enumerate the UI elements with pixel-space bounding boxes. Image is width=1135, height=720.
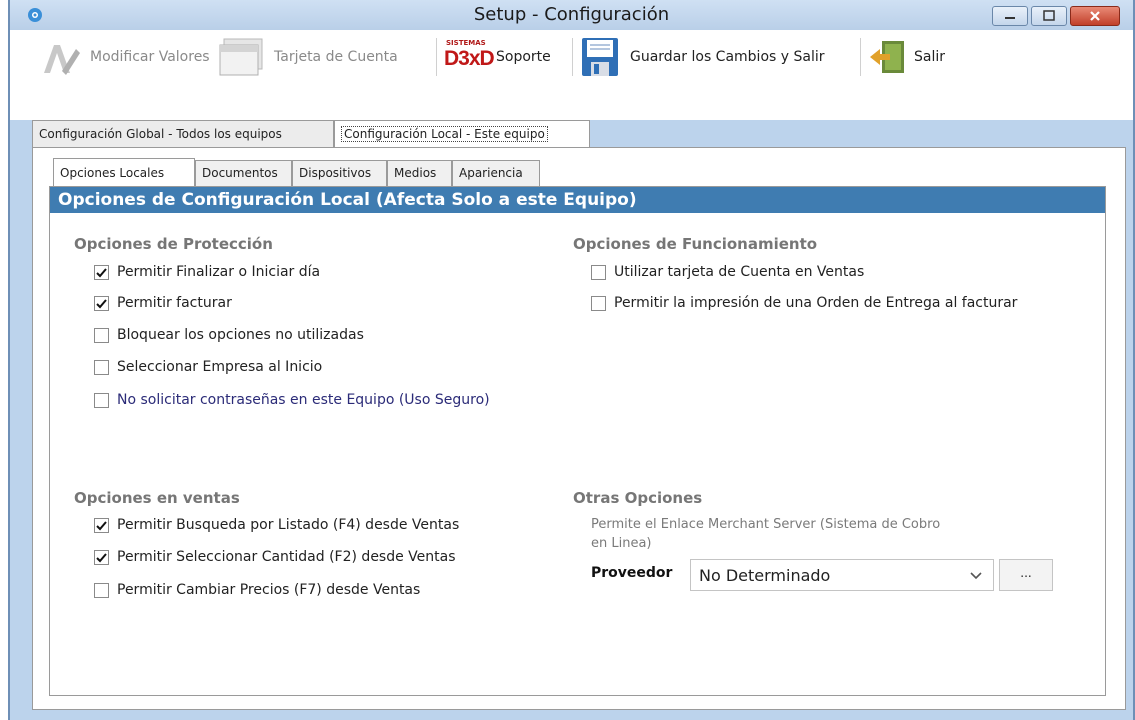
checkbox-allow-finish-start-day[interactable]: Permitir Finalizar o Iniciar día	[94, 262, 320, 282]
checkbox-change-prices[interactable]: Permitir Cambiar Precios (F7) desde Vent…	[94, 580, 420, 600]
panel-header: Opciones de Configuración Local (Afecta …	[50, 187, 1105, 213]
checkbox-print-delivery-order[interactable]: Permitir la impresión de una Orden de En…	[591, 293, 1017, 313]
logo-big-text: D3xD	[444, 47, 495, 70]
checkbox-label: Permitir Finalizar o Iniciar día	[117, 264, 321, 280]
toolbar: Modificar Valores Tarjeta de Cuenta SIST…	[10, 30, 1133, 120]
tab-label: Dispositivos	[299, 166, 372, 180]
checkbox-account-card-sales[interactable]: Utilizar tarjeta de Cuenta en Ventas	[591, 262, 864, 282]
close-icon	[1090, 11, 1100, 21]
checkbox-select-quantity[interactable]: Permitir Seleccionar Cantidad (F2) desde…	[94, 547, 456, 567]
chevron-down-icon	[970, 572, 982, 580]
checkmark-icon	[96, 552, 107, 562]
tab-devices[interactable]: Dispositivos	[292, 160, 387, 186]
maximize-icon	[1043, 10, 1055, 21]
provider-select[interactable]: No Determinado	[690, 559, 994, 591]
logo-small-text: SISTEMAS	[446, 39, 486, 47]
operation-options-title: Opciones de Funcionamiento	[573, 235, 818, 253]
exit-label: Salir	[914, 49, 946, 65]
checkbox-label: Permitir Seleccionar Cantidad (F2) desde…	[117, 549, 456, 565]
checkbox-box[interactable]	[94, 392, 109, 408]
checkmark-icon	[96, 520, 107, 530]
tab-global-config[interactable]: Configuración Global - Todos los equipos	[32, 120, 334, 148]
save-exit-button[interactable]: Guardar los Cambios y Salir	[580, 34, 825, 80]
checkbox-search-by-list[interactable]: Permitir Busqueda por Listado (F4) desde…	[94, 515, 459, 535]
sales-options-title: Opciones en ventas	[74, 489, 240, 507]
edit-values-icon	[44, 45, 80, 75]
floppy-disk-icon	[582, 38, 618, 76]
checkbox-label: Permitir la impresión de una Orden de En…	[614, 295, 1018, 311]
account-card-button[interactable]: Tarjeta de Cuenta	[218, 34, 398, 80]
tab-local-config[interactable]: Configuración Local - Este equipo	[334, 120, 590, 148]
checkbox-box[interactable]	[94, 327, 109, 343]
tab-media[interactable]: Medios	[387, 160, 452, 186]
toolbar-separator	[436, 38, 437, 76]
checkbox-box[interactable]	[94, 295, 109, 311]
minimize-button[interactable]	[992, 6, 1028, 26]
tab-label: Configuración Local - Este equipo	[341, 126, 548, 142]
tab-label: Apariencia	[459, 166, 523, 180]
checkbox-box[interactable]	[591, 295, 606, 311]
checkbox-select-company-startup[interactable]: Seleccionar Empresa al Inicio	[94, 357, 322, 377]
tab-documents[interactable]: Documentos	[195, 160, 292, 186]
checkbox-box[interactable]	[591, 264, 606, 280]
tab-local-options[interactable]: Opciones Locales	[53, 158, 195, 186]
tab-label: Configuración Global - Todos los equipos	[39, 127, 282, 141]
other-options-title: Otras Opciones	[573, 489, 703, 507]
modify-values-label: Modificar Valores	[90, 49, 210, 65]
minimize-icon	[1005, 17, 1015, 19]
support-button[interactable]: SISTEMAS D3xD Soporte	[444, 34, 551, 80]
checkbox-box[interactable]	[94, 549, 109, 565]
checkbox-box[interactable]	[94, 517, 109, 533]
support-label: Soporte	[496, 49, 551, 65]
local-options-panel: Opciones de Configuración Local (Afecta …	[49, 186, 1106, 696]
checkbox-label: Permitir Cambiar Precios (F7) desde Vent…	[117, 582, 421, 598]
checkbox-label: Permitir facturar	[117, 295, 232, 311]
card-icon	[219, 38, 263, 76]
tab-appearance[interactable]: Apariencia	[452, 160, 540, 186]
checkbox-label: Utilizar tarjeta de Cuenta en Ventas	[614, 264, 865, 280]
tab-label: Documentos	[202, 166, 278, 180]
tab-label: Opciones Locales	[60, 166, 165, 180]
title-bar[interactable]: Setup - Configuración	[10, 0, 1133, 30]
exit-door-icon	[870, 41, 904, 73]
checkmark-icon	[96, 298, 107, 308]
modify-values-button[interactable]: Modificar Valores	[40, 34, 210, 80]
checkbox-box[interactable]	[94, 264, 109, 280]
checkbox-allow-invoicing[interactable]: Permitir facturar	[94, 293, 232, 313]
close-button[interactable]	[1070, 6, 1120, 26]
save-exit-label: Guardar los Cambios y Salir	[630, 49, 825, 65]
provider-selected-value: No Determinado	[699, 566, 831, 585]
checkbox-lock-unused-options[interactable]: Bloquear los opciones no utilizadas	[94, 325, 364, 345]
merchant-server-description: Permite el Enlace Merchant Server (Siste…	[591, 517, 941, 551]
checkbox-no-password-secure[interactable]: No solicitar contraseñas en este Equipo …	[94, 390, 490, 410]
checkbox-label: No solicitar contraseñas en este Equipo …	[117, 392, 490, 408]
checkbox-box[interactable]	[94, 582, 109, 598]
maximize-button[interactable]	[1031, 6, 1067, 26]
provider-label: Proveedor	[591, 565, 673, 581]
protection-options-title: Opciones de Protección	[74, 235, 273, 253]
account-card-label: Tarjeta de Cuenta	[274, 49, 398, 65]
toolbar-separator	[860, 38, 861, 76]
checkbox-label: Permitir Busqueda por Listado (F4) desde…	[117, 517, 460, 533]
d3xd-logo: SISTEMAS D3xD	[444, 39, 495, 75]
checkbox-label: Seleccionar Empresa al Inicio	[117, 359, 323, 375]
checkbox-label: Bloquear los opciones no utilizadas	[117, 327, 364, 343]
local-config-panel: Opciones Locales Documentos Dispositivos…	[32, 147, 1126, 710]
toolbar-separator	[572, 38, 573, 76]
checkmark-icon	[96, 267, 107, 277]
window-title: Setup - Configuración	[473, 4, 670, 25]
checkbox-box[interactable]	[94, 359, 109, 375]
setup-window: Setup - Configuración Modificar Valores …	[8, 0, 1135, 720]
tab-label: Medios	[394, 166, 437, 180]
exit-button[interactable]: Salir	[868, 34, 945, 80]
provider-browse-button[interactable]: ...	[999, 559, 1053, 591]
